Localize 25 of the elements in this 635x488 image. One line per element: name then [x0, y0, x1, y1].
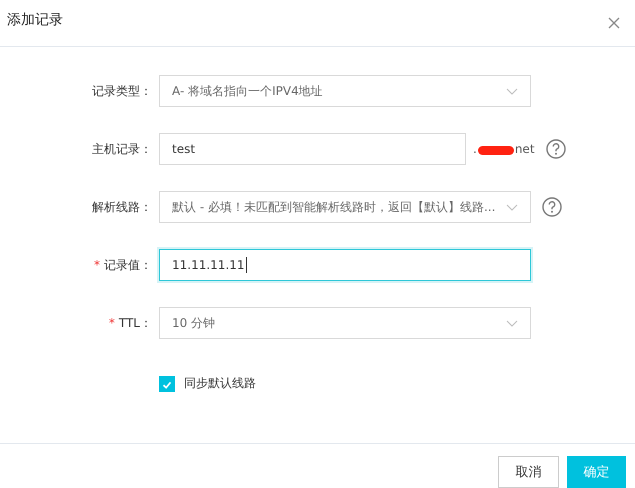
- field-label: TTL：: [118, 314, 152, 332]
- caret-icon: [506, 88, 518, 94]
- dropdown[interactable]: 10 分钟: [159, 307, 531, 339]
- input-field[interactable]: test: [159, 133, 466, 165]
- dropdown[interactable]: 默认 - 必填！未匹配到智能解析线路时，返回【默认】线路...: [159, 191, 531, 223]
- field-label: 记录值：: [104, 256, 152, 274]
- required-mark: *: [94, 258, 100, 272]
- help-icon[interactable]: [546, 139, 566, 159]
- redaction-mark: [478, 146, 514, 154]
- field-label: 记录类型：: [92, 82, 152, 100]
- input-field[interactable]: 11.11.11.11: [159, 249, 531, 281]
- dropdown[interactable]: A- 将域名指向一个IPV4地址: [159, 75, 531, 107]
- field-label: 解析线路：: [92, 198, 152, 216]
- caret-icon: [506, 204, 518, 210]
- field-label: 主机记录：: [92, 140, 152, 158]
- dialog-title: 添加记录: [7, 11, 63, 29]
- help-icon[interactable]: [542, 197, 562, 217]
- required-mark: *: [108, 316, 115, 330]
- cancel-button[interactable]: 取消: [498, 456, 559, 488]
- checkbox-label: 同步默认线路: [184, 375, 256, 392]
- checkbox[interactable]: [159, 376, 175, 392]
- domain-suffix: .: [473, 142, 477, 156]
- close-icon[interactable]: [608, 17, 620, 29]
- caret-icon: [506, 320, 518, 326]
- domain-suffix: net: [514, 142, 535, 156]
